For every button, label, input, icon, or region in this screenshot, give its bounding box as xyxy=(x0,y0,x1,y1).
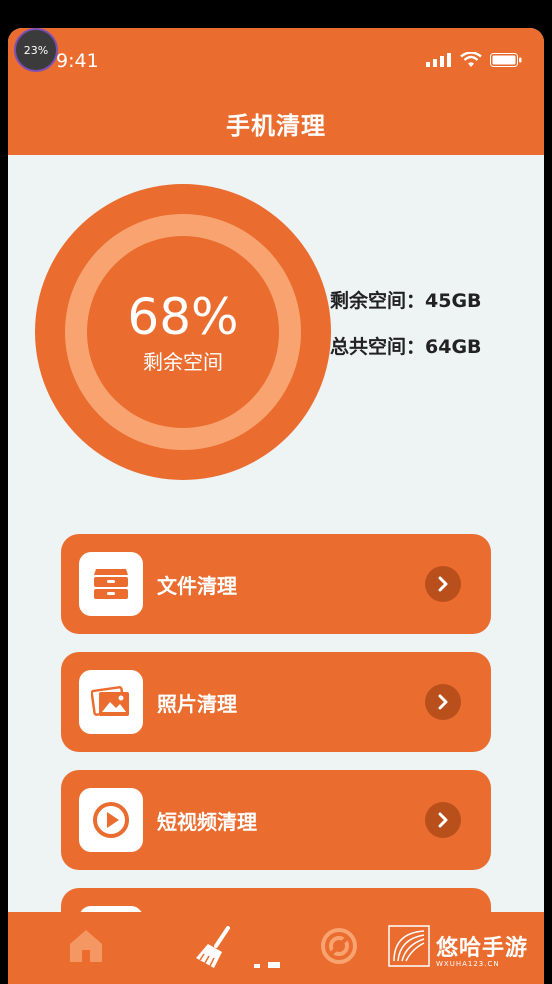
watermark-text: 悠哈手游 xyxy=(436,936,529,961)
refresh-icon[interactable] xyxy=(318,926,360,966)
battery-percentage-badge: 23% xyxy=(14,28,58,72)
watermark-subtext: WXUHA123.CN xyxy=(436,960,500,968)
badge-text: 23% xyxy=(23,43,49,57)
wifi-icon xyxy=(460,52,482,67)
remaining-space-text: 剩余空间：45GB xyxy=(330,290,482,312)
storage-gauge: 68% 剩余空间 xyxy=(35,184,331,480)
total-space-text: 总共空间：64GB xyxy=(330,336,482,358)
play-icon xyxy=(79,788,143,852)
menu-item-label: 照片清理 xyxy=(157,692,237,716)
chevron-right-icon[interactable] xyxy=(425,802,461,838)
chevron-right-icon[interactable] xyxy=(425,566,461,602)
menu-item-video-clean[interactable]: 短视频清理 xyxy=(61,770,491,870)
chevron-right-icon[interactable] xyxy=(425,684,461,720)
gauge-center: 68% 剩余空间 xyxy=(87,236,279,428)
drawer-icon xyxy=(79,552,143,616)
battery-icon xyxy=(490,53,522,67)
menu-item-file-clean[interactable]: 文件清理 xyxy=(61,534,491,634)
tab-indicator xyxy=(268,962,280,968)
watermark: 悠哈手游 WXUHA123.CN xyxy=(388,922,534,970)
home-icon[interactable] xyxy=(66,926,106,964)
status-time: 9:41 xyxy=(56,50,99,72)
broom-icon[interactable] xyxy=(194,926,240,970)
tab-bar: 悠哈手游 WXUHA123.CN xyxy=(8,912,544,984)
menu-item-label: 短视频清理 xyxy=(157,810,257,834)
watermark-logo-icon xyxy=(388,925,430,967)
signal-icon xyxy=(426,53,451,67)
menu-item-label: 文件清理 xyxy=(157,574,237,598)
status-icons xyxy=(426,52,522,68)
gauge-label: 剩余空间 xyxy=(143,349,223,374)
tab-indicator-dot xyxy=(254,964,260,968)
header-bar: 9:41 手机清理 xyxy=(8,28,544,155)
photos-icon xyxy=(79,670,143,734)
menu-item-photo-clean[interactable]: 照片清理 xyxy=(61,652,491,752)
gauge-ring: 68% 剩余空间 xyxy=(65,214,301,450)
remaining-percent: 68% xyxy=(127,287,239,346)
phone-screen: 9:41 手机清理 68% 剩余空间 剩余空间：45GB 总共空间：64GB 文… xyxy=(8,28,544,984)
page-title: 手机清理 xyxy=(226,112,326,140)
